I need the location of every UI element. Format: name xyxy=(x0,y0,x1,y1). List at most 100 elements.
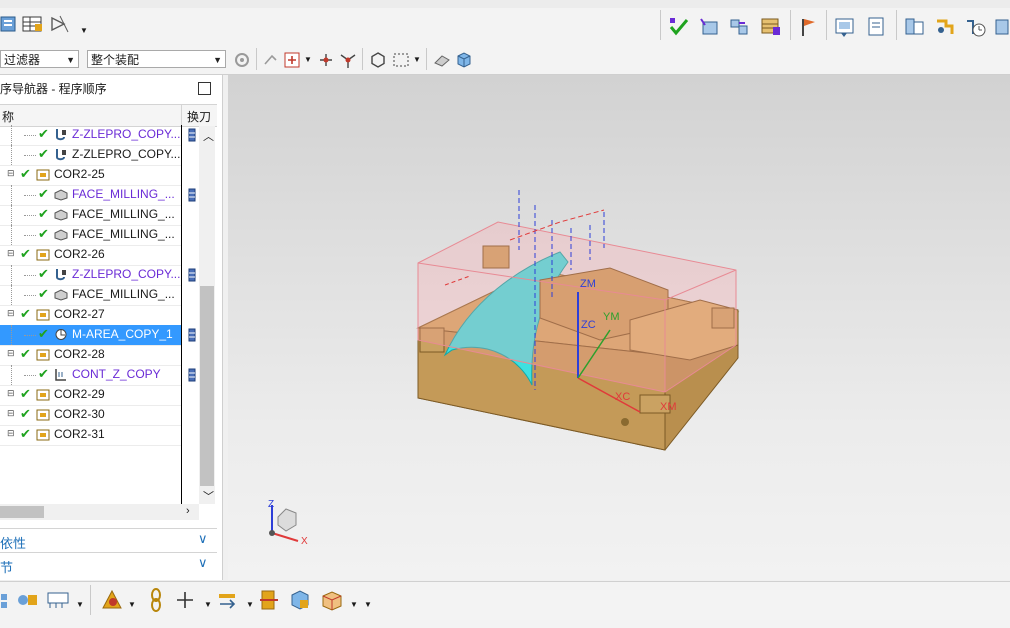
config-icon[interactable] xyxy=(934,16,954,36)
collapse-toggle-icon[interactable]: ⊟ xyxy=(7,428,15,439)
face-milling-icon xyxy=(54,228,68,241)
fixture-icon[interactable] xyxy=(46,590,69,610)
chain-icon[interactable] xyxy=(146,588,166,612)
horizontal-scrollbar[interactable]: › xyxy=(0,504,199,520)
tool-change-icon xyxy=(188,368,198,382)
row-label: Z-ZLEPRO_COPY... xyxy=(72,267,181,281)
replay-icon[interactable] xyxy=(728,16,748,36)
collapse-toggle-icon[interactable]: ⊟ xyxy=(7,308,15,319)
verify-icon[interactable] xyxy=(668,16,689,36)
clock-icon[interactable] xyxy=(964,16,986,37)
section-icon[interactable] xyxy=(258,588,278,610)
intersect-icon[interactable] xyxy=(338,50,358,70)
point-icon[interactable] xyxy=(316,50,336,70)
box-view-icon[interactable] xyxy=(288,588,309,610)
collapse-toggle-icon[interactable]: ⊟ xyxy=(7,168,15,179)
program-group-row[interactable]: ⊟ ✔ COR2-31 xyxy=(0,425,182,446)
scroll-right-icon[interactable]: › xyxy=(186,505,190,517)
chevron-down-icon[interactable]: ∨ xyxy=(198,531,208,547)
scroll-down-icon[interactable]: ﹀ xyxy=(203,488,214,504)
column-tool-change-header[interactable]: 换刀 xyxy=(187,108,211,125)
operation-row[interactable]: ✔ CONT_Z_COPY xyxy=(0,365,182,386)
graphics-viewport[interactable]: ZM YM ZC XC XM Z X xyxy=(228,75,1010,580)
operation-row[interactable]: ✔ M-AREA_COPY_1 xyxy=(0,325,182,346)
program-group-row[interactable]: ⊟ ✔ COR2-28 xyxy=(0,345,182,366)
generate-toolpath-icon[interactable] xyxy=(698,16,718,36)
program-group-row[interactable]: ⊟ ✔ COR2-29 xyxy=(0,385,182,406)
dropdown-arrow-icon[interactable]: ▼ xyxy=(413,55,421,64)
erase-icon[interactable] xyxy=(432,50,452,70)
check-icon: ✔ xyxy=(38,186,49,201)
operation-row[interactable]: ✔ FACE_MILLING_... xyxy=(0,225,182,246)
program-group-row[interactable]: ⊟ ✔ COR2-26 xyxy=(0,245,182,266)
dropdown-arrow-icon[interactable]: ▼ xyxy=(80,26,88,35)
components-icon[interactable] xyxy=(16,590,37,610)
hexagon-icon[interactable] xyxy=(368,50,388,70)
row-label: Z-ZLEPRO_COPY... xyxy=(72,127,181,141)
program-group-row[interactable]: ⊟ ✔ COR2-27 xyxy=(0,305,182,326)
row-label: Z-ZLEPRO_COPY... xyxy=(72,147,181,161)
axis-label-xm: XM xyxy=(660,401,677,413)
dropdown-arrow-icon[interactable]: ▼ xyxy=(350,600,358,609)
check-icon: ✔ xyxy=(38,326,49,341)
type-filter-select[interactable]: 过滤器 ▼ xyxy=(0,50,79,68)
check-icon: ✔ xyxy=(38,126,49,141)
operation-row[interactable]: ✔ Z-ZLEPRO_COPY... xyxy=(0,125,182,146)
dropdown-arrow-icon[interactable]: ▼ xyxy=(204,600,212,609)
dropdown-arrow-icon[interactable]: ▼ xyxy=(364,600,372,609)
move-icon[interactable] xyxy=(216,588,236,609)
collapse-toggle-icon[interactable]: ⊟ xyxy=(7,388,15,399)
extra-tool-icon[interactable] xyxy=(994,16,1010,36)
dropdown-arrow-icon[interactable]: ▼ xyxy=(304,55,312,64)
cube-icon[interactable] xyxy=(454,50,474,70)
check-icon: ✔ xyxy=(20,406,31,421)
row-label: COR2-27 xyxy=(54,307,105,321)
shade-icon[interactable] xyxy=(100,588,122,609)
vertical-scrollbar[interactable]: ︿ ﹀ xyxy=(199,126,215,504)
dropdown-arrow-icon[interactable]: ▼ xyxy=(76,600,84,609)
dropdown-arrow-icon[interactable]: ▼ xyxy=(128,600,136,609)
check-icon: ✔ xyxy=(38,366,49,381)
chevron-down-icon[interactable]: ∨ xyxy=(198,555,208,571)
details-section[interactable]: 节 ∨ xyxy=(0,552,217,575)
list-icon[interactable] xyxy=(904,16,924,36)
collapse-toggle-icon[interactable]: ⊟ xyxy=(7,348,15,359)
zlevel-icon xyxy=(54,268,68,281)
face-milling-icon xyxy=(54,188,68,201)
collapse-toggle-icon[interactable]: ⊟ xyxy=(7,248,15,259)
block-icon[interactable] xyxy=(320,588,342,611)
operation-row[interactable]: ✔ Z-ZLEPRO_COPY... xyxy=(0,145,182,166)
details-label: 节 xyxy=(0,560,14,575)
program-group-row[interactable]: ⊟ ✔ COR2-25 xyxy=(0,165,182,186)
snap-icon[interactable] xyxy=(262,50,282,70)
check-icon: ✔ xyxy=(38,206,49,221)
measure-icon[interactable] xyxy=(50,14,70,34)
operation-row[interactable]: ✔ FACE_MILLING_... xyxy=(0,185,182,206)
operation-row[interactable]: ✔ Z-ZLEPRO_COPY... xyxy=(0,265,182,286)
component-filter-icon[interactable] xyxy=(233,50,253,70)
h-scroll-thumb[interactable] xyxy=(0,506,44,518)
output-icon[interactable] xyxy=(866,16,886,36)
select-box-icon[interactable] xyxy=(283,50,303,70)
shop-doc-icon[interactable] xyxy=(834,16,854,37)
post-process-icon[interactable] xyxy=(760,16,780,36)
axis-label-xc: XC xyxy=(615,391,631,403)
scope-select[interactable]: 整个装配 ▼ xyxy=(87,50,226,68)
check-icon: ✔ xyxy=(20,426,31,441)
program-group-row[interactable]: ⊟ ✔ COR2-30 xyxy=(0,405,182,426)
plus-icon[interactable] xyxy=(175,590,195,610)
scroll-thumb[interactable] xyxy=(200,286,214,486)
operation-row[interactable]: ✔ FACE_MILLING_... xyxy=(0,285,182,306)
maximize-button[interactable] xyxy=(198,82,211,95)
dropdown-arrow-icon[interactable]: ▼ xyxy=(246,600,254,609)
table-icon[interactable] xyxy=(22,14,42,34)
program-view-icon[interactable] xyxy=(0,14,20,34)
operation-row[interactable]: ✔ FACE_MILLING_... xyxy=(0,205,182,226)
column-name-header[interactable]: 称 xyxy=(2,108,14,125)
scroll-up-icon[interactable]: ︿ xyxy=(203,128,214,144)
flag-icon[interactable] xyxy=(798,16,818,36)
dependencies-section[interactable]: 依性 ∨ xyxy=(0,528,217,551)
rectangle-select-icon[interactable] xyxy=(391,50,411,70)
tool-change-icon xyxy=(188,188,198,202)
collapse-toggle-icon[interactable]: ⊟ xyxy=(7,408,15,419)
